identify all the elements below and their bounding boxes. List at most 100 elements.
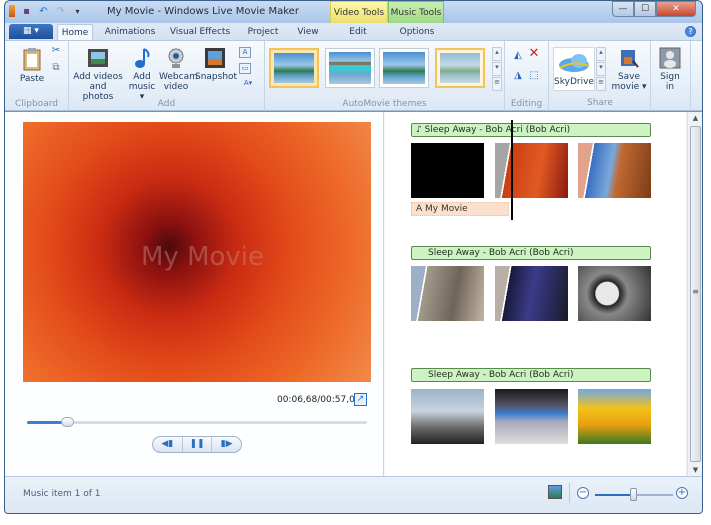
save-movie-button[interactable]: Save movie ▾: [611, 47, 647, 92]
tab-edit[interactable]: Edit: [335, 24, 381, 40]
clip-softonic[interactable]: [495, 266, 568, 321]
close-button[interactable]: ✕: [656, 1, 696, 17]
maximize-button[interactable]: ☐: [634, 1, 656, 17]
paste-label: Paste: [19, 74, 45, 84]
webcam-label-2: video: [163, 82, 189, 92]
customize-icon[interactable]: ▾: [72, 6, 83, 17]
clip-desert[interactable]: [578, 143, 651, 198]
minimize-button[interactable]: —: [612, 1, 634, 17]
tab-animations[interactable]: Animations: [101, 24, 159, 40]
caption-icon[interactable]: ▭: [239, 63, 251, 74]
redo-icon[interactable]: ↷: [55, 6, 66, 17]
pause-button[interactable]: ❚❚: [183, 437, 213, 452]
gallery-expand[interactable]: ≡: [492, 77, 502, 91]
clipboard-group: Paste ✂ ⧉ Clipboard: [5, 41, 69, 111]
cut-icon[interactable]: ✂: [50, 46, 62, 56]
scroll-thumb[interactable]: ≡: [690, 126, 701, 462]
webcam-icon: [168, 48, 184, 68]
zoom-out-button[interactable]: −: [577, 487, 589, 499]
add-group: Add videos and photos Add music ▾ Webcam…: [69, 41, 265, 111]
video-tools-context-tab: Video Tools: [330, 1, 388, 23]
ribbon-tab-bar: ▦ ▾ Home Animations Visual Effects Proje…: [5, 23, 702, 40]
zoom-slider-fill: [595, 494, 634, 496]
zoom-in-button[interactable]: +: [676, 487, 688, 499]
tab-home[interactable]: Home: [57, 24, 93, 40]
clip-black-title[interactable]: [411, 143, 484, 198]
sign-in-button[interactable]: Sign in: [657, 47, 683, 92]
snapshot-label: Snapshot: [195, 72, 238, 82]
video-preview[interactable]: My Movie: [23, 122, 371, 382]
music-item[interactable]: ♪ Sleep Away - Bob Acri (Bob Acri): [411, 123, 651, 137]
select-all-icon[interactable]: ⬚: [527, 71, 541, 81]
storyboard-scrollbar[interactable]: ▲ ≡ ▼: [687, 112, 702, 476]
title-icon[interactable]: A: [239, 47, 251, 58]
next-frame-button[interactable]: ▮▶: [212, 437, 241, 452]
tab-visual-effects[interactable]: Visual Effects: [165, 24, 235, 40]
add-music-label-1: Add: [133, 72, 151, 82]
help-icon[interactable]: ?: [685, 26, 696, 37]
music-item[interactable]: Sleep Away - Bob Acri (Bob Acri): [411, 246, 651, 260]
gallery-scroll-down[interactable]: ▾: [492, 62, 502, 76]
sign-in-label-1: Sign: [660, 72, 680, 82]
skydrive-cloud-icon: [559, 54, 590, 72]
thumbnail-size-icon[interactable]: [548, 485, 562, 499]
clip-flower[interactable]: [495, 143, 568, 198]
automovie-themes-group: ▴ ▾ ≡ AutoMovie themes: [265, 41, 505, 111]
quick-access-toolbar: ▪ ↶ ↷ ▾: [9, 5, 83, 17]
clip-koala[interactable]: [411, 266, 484, 321]
scroll-down-button[interactable]: ▼: [688, 464, 702, 476]
gallery-scroll-up[interactable]: ▴: [492, 47, 502, 61]
clip-tulips[interactable]: [578, 389, 651, 444]
copy-icon[interactable]: ⧉: [50, 63, 62, 73]
credits-icon[interactable]: A▾: [239, 79, 257, 90]
paste-icon: [23, 48, 41, 71]
save-icon[interactable]: ▪: [21, 6, 32, 17]
seek-bar[interactable]: [27, 417, 367, 427]
tab-options[interactable]: Options: [393, 24, 441, 40]
undo-icon[interactable]: ↶: [38, 6, 49, 17]
snapshot-button[interactable]: Snapshot: [195, 47, 238, 82]
clip-computer-lab[interactable]: [495, 389, 568, 444]
rotate-right-icon[interactable]: ◮: [511, 71, 525, 81]
clip-bubble-chair[interactable]: [411, 389, 484, 444]
app-menu-button[interactable]: ▦ ▾: [9, 24, 53, 39]
paste-button[interactable]: Paste: [17, 47, 47, 84]
caption-item[interactable]: A My Movie: [411, 202, 509, 216]
playback-controls: ◀▮ ❚❚ ▮▶: [152, 436, 242, 453]
share-gallery-down[interactable]: ▾: [596, 62, 606, 76]
app-icon[interactable]: [9, 5, 15, 17]
editing-group: ◭ ✕ ◮ ⬚ Editing: [505, 41, 549, 111]
clip-barcelona[interactable]: [578, 266, 651, 321]
theme-thumbnail[interactable]: [435, 48, 485, 88]
zoom-slider-thumb[interactable]: [630, 488, 637, 501]
skydrive-button[interactable]: SkyDrive: [553, 47, 595, 91]
status-text: Music item 1 of 1: [23, 489, 101, 499]
preview-pane: My Movie 00:06,68/00:57,00 ↗ ◀▮ ❚❚ ▮▶: [5, 112, 384, 476]
theme-thumbnail[interactable]: [325, 48, 375, 88]
scroll-up-button[interactable]: ▲: [688, 112, 702, 124]
popout-preview-icon[interactable]: ↗: [354, 393, 367, 406]
webcam-video-button[interactable]: Webcam video: [159, 47, 198, 92]
share-gallery-up[interactable]: ▴: [596, 47, 606, 61]
add-videos-photos-button[interactable]: Add videos and photos: [73, 47, 123, 102]
theme-thumbnail[interactable]: [269, 48, 319, 88]
music-item[interactable]: Sleep Away - Bob Acri (Bob Acri): [411, 368, 651, 382]
share-gallery-expand[interactable]: ≡: [596, 77, 606, 91]
clipboard-group-label: Clipboard: [15, 99, 58, 109]
share-group-label: Share: [587, 98, 613, 108]
previous-frame-button[interactable]: ◀▮: [153, 437, 183, 452]
remove-icon[interactable]: ✕: [527, 47, 541, 60]
theme-thumbnail[interactable]: [379, 48, 429, 88]
seek-thumb[interactable]: [60, 417, 74, 427]
rotate-left-icon[interactable]: ◭: [511, 51, 525, 61]
tab-view[interactable]: View: [291, 24, 325, 40]
zoom-slider[interactable]: [595, 488, 673, 501]
add-videos-icon: [88, 49, 108, 67]
themes-group-label: AutoMovie themes: [342, 99, 427, 109]
save-movie-label-1: Save: [617, 72, 641, 82]
snapshot-icon: [205, 48, 225, 68]
tab-project[interactable]: Project: [241, 24, 285, 40]
add-music-button[interactable]: Add music ▾: [127, 47, 157, 102]
window-title: My Movie - Windows Live Movie Maker: [107, 6, 299, 17]
playhead[interactable]: [511, 120, 513, 220]
